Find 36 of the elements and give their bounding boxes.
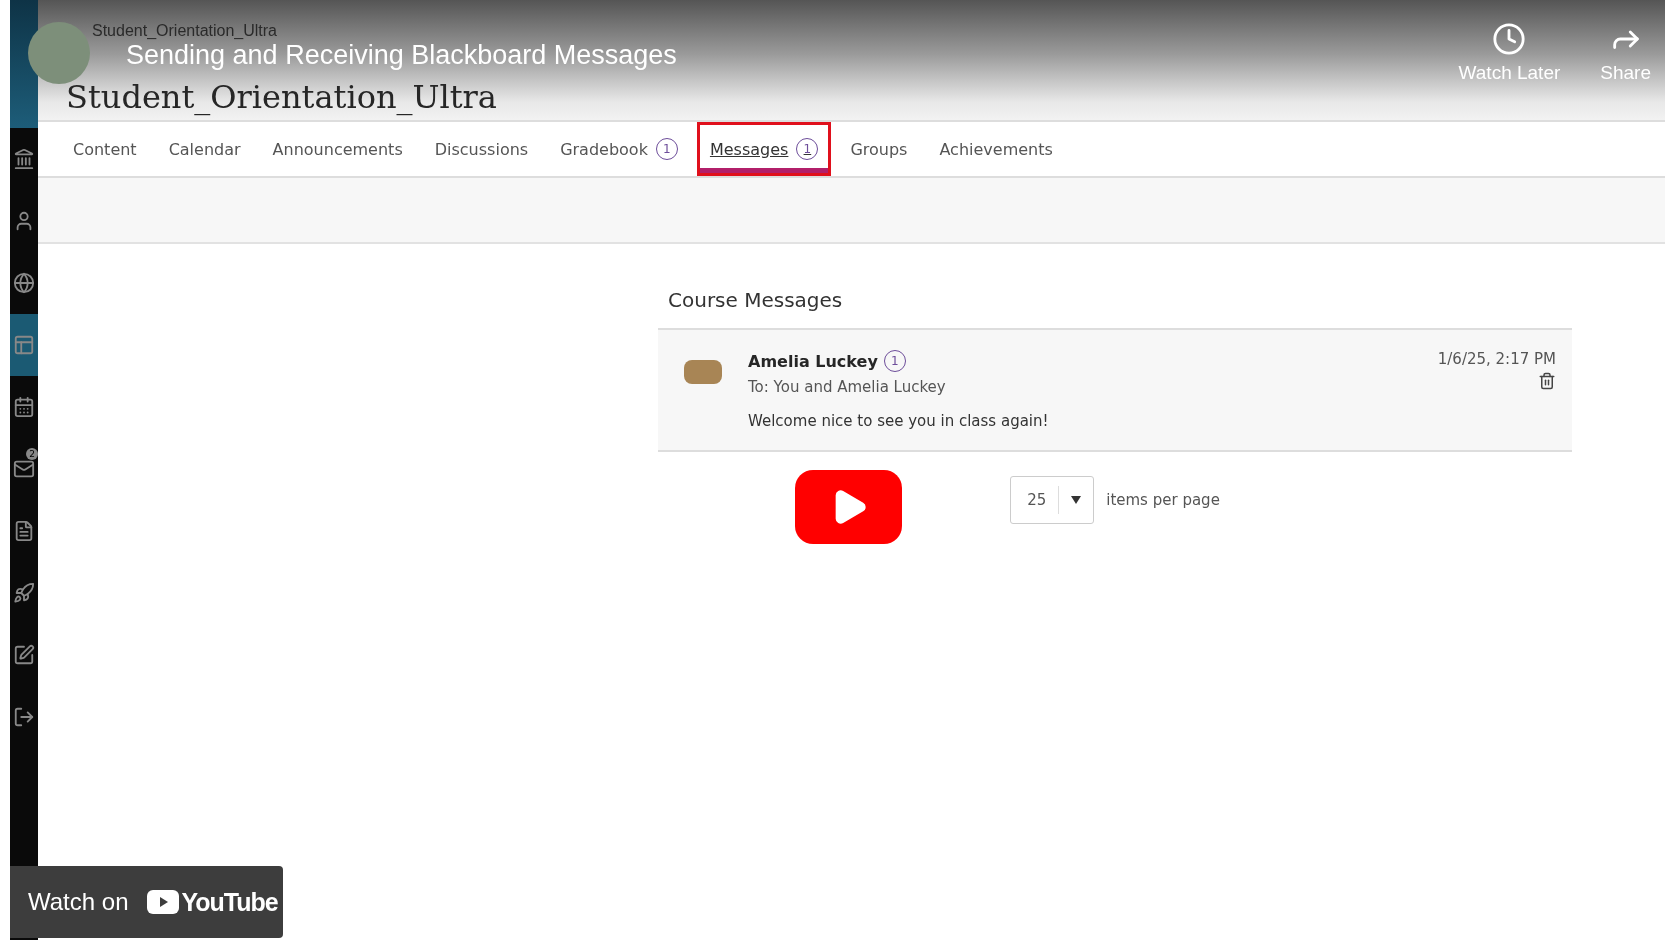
logout-icon xyxy=(13,706,35,728)
sidebar-badge: 2 xyxy=(26,448,38,460)
page-size-select[interactable]: 25 xyxy=(1010,476,1095,524)
photo-placeholder xyxy=(684,360,722,384)
course-title: Student_Orientation_Ultra xyxy=(66,78,497,116)
globe-icon xyxy=(13,272,35,294)
course-tab[interactable]: Content xyxy=(60,122,150,176)
course-tab[interactable]: Calendar xyxy=(155,122,254,176)
calendar-icon xyxy=(13,396,35,418)
mail-icon xyxy=(13,458,35,480)
channel-name: Student_Orientation_Ultra xyxy=(92,22,278,40)
page-size-label: items per page xyxy=(1106,491,1220,509)
message-date: 1/6/25, 2:17 PM xyxy=(1437,350,1556,368)
document-icon xyxy=(13,520,35,542)
message-text: Welcome nice to see you in class again! xyxy=(748,412,1050,430)
sender-name: Amelia Luckey xyxy=(748,351,878,371)
play-button[interactable] xyxy=(795,470,902,544)
sidebar-item[interactable]: 2 xyxy=(10,438,38,500)
course-tab[interactable]: Discussions xyxy=(421,122,542,176)
course-tab[interactable]: Groups xyxy=(837,122,921,176)
course-tab[interactable]: Gradebook 1 xyxy=(547,122,691,176)
play-logo-icon xyxy=(146,890,179,914)
recipients-text: To: You and Amelia Luckey xyxy=(748,378,947,396)
delete-icon[interactable] xyxy=(1538,372,1556,390)
course-tab[interactable]: Announcements xyxy=(259,122,416,176)
course-tab[interactable]: Achievements xyxy=(926,122,1066,176)
building-icon xyxy=(13,148,35,170)
section-heading: Course Messages xyxy=(667,288,844,312)
message-row[interactable]: Amelia Luckey 1 To: You and Amelia Luckey Welcome nice to see you in class again! 1/6/25, 2:17 PM xyxy=(658,328,1572,452)
clock-icon xyxy=(1492,22,1527,56)
course-tab[interactable]: Messages 1 xyxy=(696,122,832,176)
watch-on-youtube-button[interactable]: Watch on YouTube xyxy=(10,866,283,938)
rocket-icon xyxy=(13,582,35,604)
dropdown-caret-icon xyxy=(1071,496,1082,504)
edit-icon xyxy=(13,644,35,666)
panel-icon xyxy=(13,334,35,356)
